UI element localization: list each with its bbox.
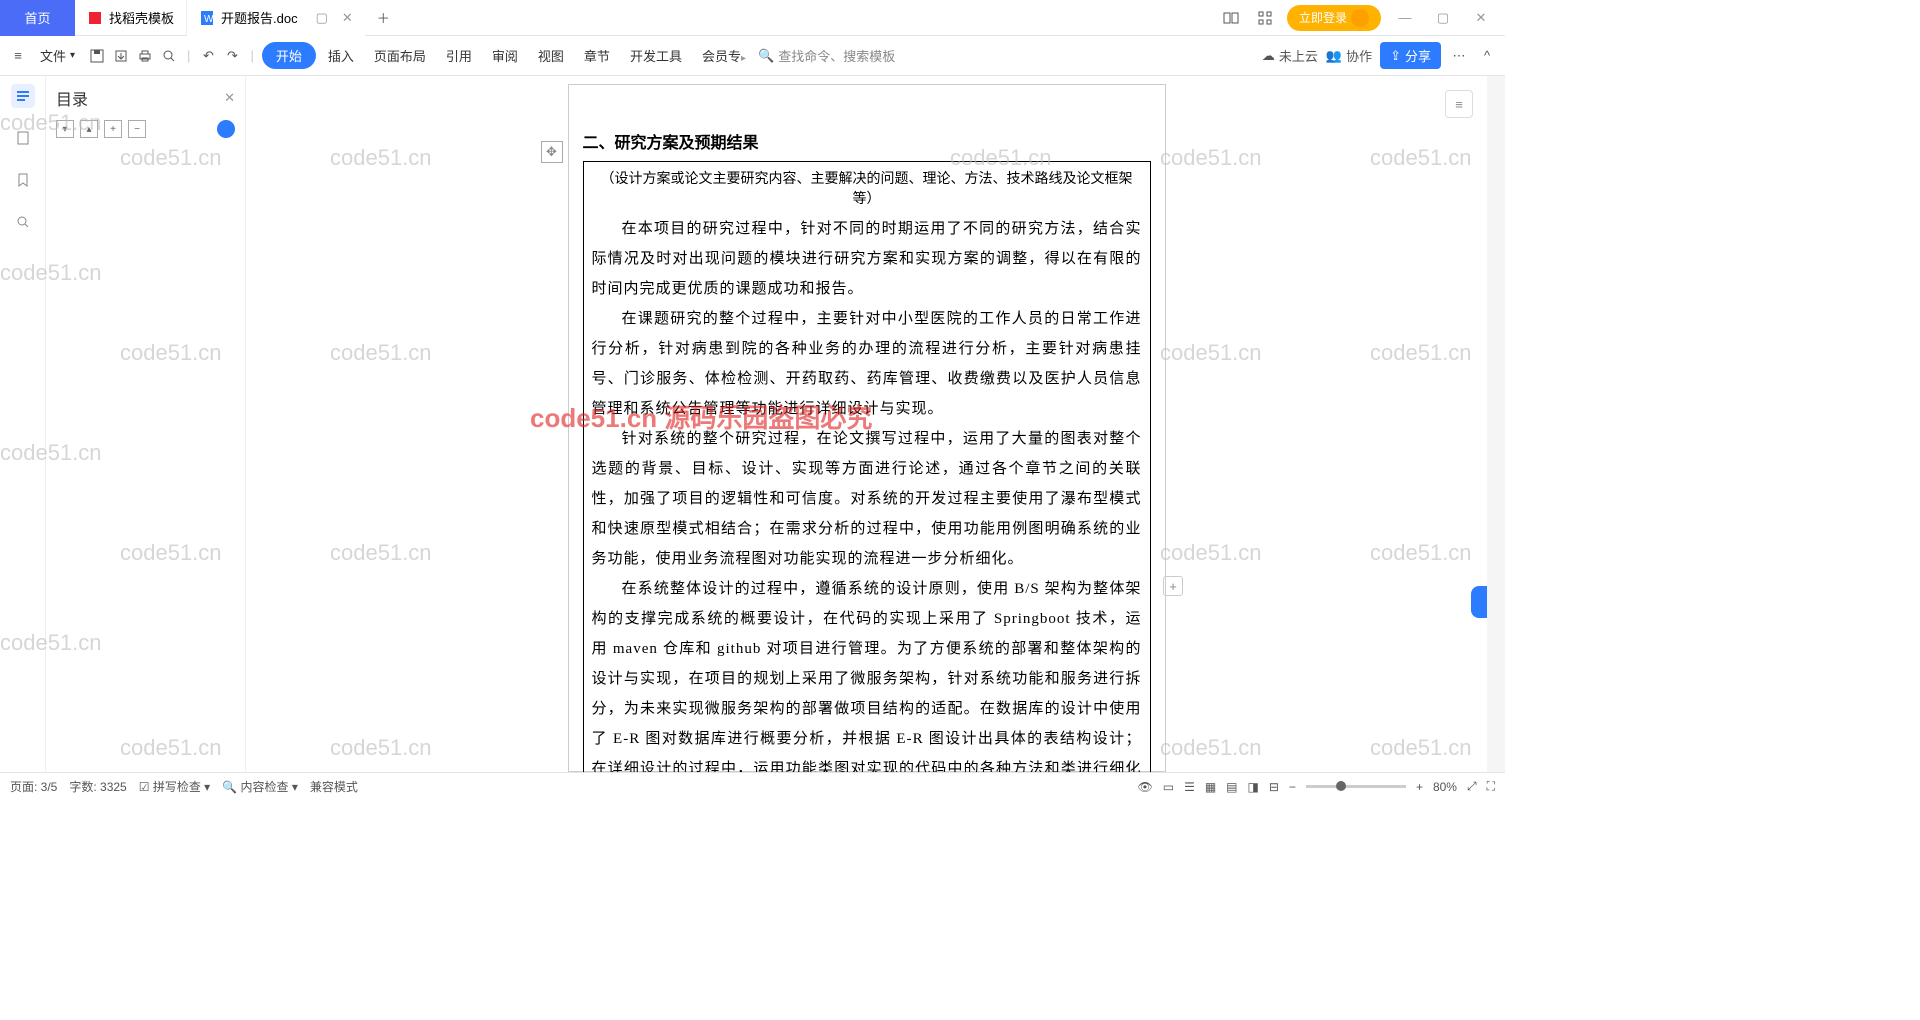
view-read-icon[interactable]: ▤ [1226,780,1237,794]
share-icon: ⇪ [1390,48,1401,64]
doc-paragraph: 在课题研究的整个过程中，主要针对中小型医院的工作人员的日常工作进行分析，针对病患… [592,304,1142,424]
svg-text:W: W [204,14,214,25]
menu-file[interactable]: 文件▾ [32,42,83,69]
apps-icon[interactable] [1253,6,1277,30]
doc-box: （设计方案或论文主要研究内容、主要解决的问题、理论、方法、技术路线及论文框架等）… [583,161,1151,772]
menu-layout[interactable]: 页面布局 [366,42,434,69]
document-canvas[interactable]: ✥ 二、研究方案及预期结果 （设计方案或论文主要研究内容、主要解决的问题、理论、… [246,76,1487,772]
tab-template[interactable]: 找稻壳模板 [75,0,187,36]
move-handle-icon[interactable]: ✥ [541,141,563,163]
outline-tab-icon[interactable] [11,84,35,108]
fullscreen-icon[interactable]: ⛶ [1487,779,1495,794]
view-outline-icon[interactable]: ☰ [1184,780,1195,794]
print-icon[interactable] [135,46,155,66]
menu-ref[interactable]: 引用 [438,42,480,69]
float-add-icon[interactable]: + [1163,576,1183,596]
search-input[interactable]: 🔍 查找命令、搜索模板 [758,46,895,65]
add-tab-button[interactable]: ＋ [365,8,402,27]
collab-icon: 👥 [1326,48,1342,64]
cloud-button[interactable]: ☁未上云 [1262,46,1318,65]
left-sidebar [0,76,46,772]
page: ✥ 二、研究方案及预期结果 （设计方案或论文主要研究内容、主要解决的问题、理论、… [568,84,1166,772]
scrollbar[interactable] [1487,76,1505,772]
tab-home[interactable]: 首页 [0,0,75,36]
status-content-check[interactable]: 🔍 内容检查 ▾ [222,778,298,795]
layout-icon[interactable] [1219,6,1243,30]
menu-view[interactable]: 视图 [530,42,572,69]
expand-all-icon[interactable]: ▴ [80,120,98,138]
titlebar: 首页 找稻壳模板 W 开题报告.doc ▢ ✕ ＋ 立即登录 — ▢ ✕ [0,0,1505,36]
zoom-level[interactable]: 80% [1433,780,1457,794]
zoom-in-icon[interactable]: + [1416,780,1423,794]
maximize-button[interactable]: ▢ [1429,10,1457,26]
statusbar: 页面: 3/5 字数: 3325 ☑ 拼写检查 ▾ 🔍 内容检查 ▾ 兼容模式 … [0,772,1505,800]
doc-paragraph: 在本项目的研究过程中，针对不同的时期运用了不同的研究方法，结合实际情况及时对出现… [592,214,1142,304]
undo-icon[interactable]: ↶ [198,46,218,66]
doc-paragraph: 在系统整体设计的过程中，遵循系统的设计原则，使用 B/S 架构为整体架构的支撑完… [592,574,1142,772]
find-icon[interactable] [11,210,35,234]
cloud-icon: ☁ [1262,48,1275,64]
fit-page-icon[interactable]: ⤢ [1467,779,1477,794]
doc-heading: 二、研究方案及预期结果 [583,129,1151,153]
doc-paragraph: 针对系统的整个研究过程，在论文撰写过程中，运用了大量的图表对整个选题的背景、目标… [592,424,1142,574]
status-compat[interactable]: 兼容模式 [310,778,358,795]
float-tag-icon[interactable] [1471,586,1487,618]
view-web-icon[interactable]: ▦ [1205,780,1216,794]
zoom-slider[interactable] [1306,785,1406,788]
redo-icon[interactable]: ↷ [222,46,242,66]
clipboard-icon[interactable] [11,126,35,150]
preview-icon[interactable] [159,46,179,66]
main: 目录 ✕ ▾ ▴ + − ✥ 二、研究方案及预期结果 （设计方案或论文主要研究内… [0,76,1505,772]
bookmark-icon[interactable] [11,168,35,192]
status-spellcheck[interactable]: ☑ 拼写检查 ▾ [139,778,210,795]
close-window-button[interactable]: ✕ [1467,10,1495,26]
outline-title: 目录 [56,86,88,110]
zoom-out-icon[interactable]: − [1289,780,1296,794]
hamburger-icon[interactable]: ≡ [8,46,28,66]
ruler-icon[interactable]: ⊟ [1269,780,1279,794]
collab-button[interactable]: 👥协作 [1326,46,1372,65]
word-icon: W [199,10,215,26]
menu-insert[interactable]: 插入 [320,42,362,69]
add-level-icon[interactable]: + [104,120,122,138]
avatar-icon [1351,9,1369,27]
menu-chapter[interactable]: 章节 [576,42,618,69]
template-icon [87,10,103,26]
search-icon: 🔍 [758,48,774,64]
outline-close-icon[interactable]: ✕ [224,90,235,106]
status-page[interactable]: 页面: 3/5 [10,778,57,795]
collapse-all-icon[interactable]: ▾ [56,120,74,138]
remove-level-icon[interactable]: − [128,120,146,138]
float-panel-icon[interactable]: ≡ [1445,90,1473,118]
collapse-ribbon-icon[interactable]: ^ [1477,46,1497,66]
export-icon[interactable] [111,46,131,66]
outline-badge-icon[interactable] [217,120,235,138]
menu-dev[interactable]: 开发工具 [622,42,690,69]
tab-window-icon[interactable]: ▢ [316,10,328,26]
menu-member[interactable]: 会员专▸ [694,42,754,69]
doc-subtitle: （设计方案或论文主要研究内容、主要解决的问题、理论、方法、技术路线及论文框架等） [592,168,1142,208]
view-split-icon[interactable]: ◨ [1248,780,1259,794]
menu-start[interactable]: 开始 [262,42,316,69]
status-words[interactable]: 字数: 3325 [69,778,126,795]
minimize-button[interactable]: — [1391,10,1419,25]
save-icon[interactable] [87,46,107,66]
outline-panel: 目录 ✕ ▾ ▴ + − [46,76,246,772]
tab-close-icon[interactable]: ✕ [342,10,353,26]
menu-review[interactable]: 审阅 [484,42,526,69]
share-button[interactable]: ⇪分享 [1380,42,1441,69]
tab-document[interactable]: W 开题报告.doc ▢ ✕ [187,0,365,36]
more-icon[interactable]: ⋯ [1449,46,1469,66]
login-button[interactable]: 立即登录 [1287,5,1381,31]
ribbon: ≡ 文件▾ | ↶ ↷ | 开始 插入 页面布局 引用 审阅 视图 章节 开发工… [0,36,1505,76]
view-page-icon[interactable]: ▭ [1163,780,1174,794]
focus-mode-icon[interactable]: 👁 [1137,780,1152,794]
